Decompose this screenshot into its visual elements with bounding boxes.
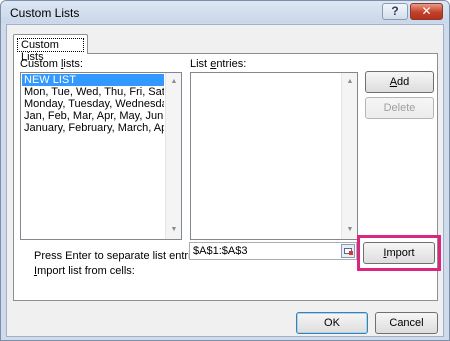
delete-button[interactable]: Delete bbox=[365, 97, 434, 119]
custom-lists-dialog: Custom Lists ? ✕ Custom Lists Custom lis… bbox=[0, 0, 450, 341]
list-item[interactable]: Monday, Tuesday, Wednesday bbox=[22, 98, 164, 110]
range-selector-arrow-icon bbox=[349, 251, 353, 255]
scroll-up-arrow-icon[interactable]: ▲ bbox=[342, 75, 358, 89]
tab-custom-lists[interactable]: Custom Lists bbox=[13, 34, 88, 63]
custom-lists-items: NEW LIST Mon, Tue, Wed, Thu, Fri, Sat, S… bbox=[22, 74, 164, 134]
dialog-title: Custom Lists bbox=[10, 6, 80, 20]
dialog-client-area: Custom Lists Custom lists: NEW LIST Mon,… bbox=[6, 24, 444, 337]
ok-button[interactable]: OK bbox=[296, 312, 368, 334]
help-icon: ? bbox=[391, 4, 399, 18]
add-button[interactable]: Add bbox=[365, 71, 434, 93]
list-item[interactable]: Jan, Feb, Mar, Apr, May, Jun, Ju bbox=[22, 110, 164, 122]
scroll-down-arrow-icon[interactable]: ▼ bbox=[166, 223, 182, 237]
custom-lists-scrollbar[interactable]: ▲ ▼ bbox=[165, 73, 181, 239]
list-item[interactable]: January, February, March, Apri bbox=[22, 122, 164, 134]
list-entries-textarea[interactable]: ▲ ▼ bbox=[190, 72, 358, 240]
scroll-down-arrow-icon[interactable]: ▼ bbox=[342, 223, 358, 237]
help-button[interactable]: ? bbox=[382, 3, 408, 20]
list-item[interactable]: Mon, Tue, Wed, Thu, Fri, Sat, S bbox=[22, 86, 164, 98]
custom-lists-listbox[interactable]: NEW LIST Mon, Tue, Wed, Thu, Fri, Sat, S… bbox=[20, 72, 182, 240]
list-entries-label: List entries: bbox=[190, 58, 247, 70]
import-list-label: Import list from cells: bbox=[34, 265, 135, 277]
tab-label: Custom Lists bbox=[17, 38, 84, 63]
hint-text: Press Enter to separate list entries. bbox=[34, 250, 206, 262]
import-button[interactable]: Import bbox=[363, 242, 435, 264]
scroll-up-arrow-icon[interactable]: ▲ bbox=[166, 75, 182, 89]
close-button[interactable]: ✕ bbox=[410, 3, 443, 20]
collapse-dialog-button[interactable] bbox=[341, 244, 355, 258]
list-entries-scrollbar[interactable]: ▲ ▼ bbox=[341, 73, 357, 239]
title-bar[interactable]: Custom Lists ? ✕ bbox=[1, 1, 449, 23]
list-item[interactable]: NEW LIST bbox=[22, 74, 164, 86]
cancel-button[interactable]: Cancel bbox=[375, 312, 438, 334]
import-range-value: $A$1:$A$3 bbox=[193, 245, 248, 257]
import-range-input[interactable]: $A$1:$A$3 bbox=[189, 242, 357, 260]
close-icon: ✕ bbox=[421, 4, 432, 18]
